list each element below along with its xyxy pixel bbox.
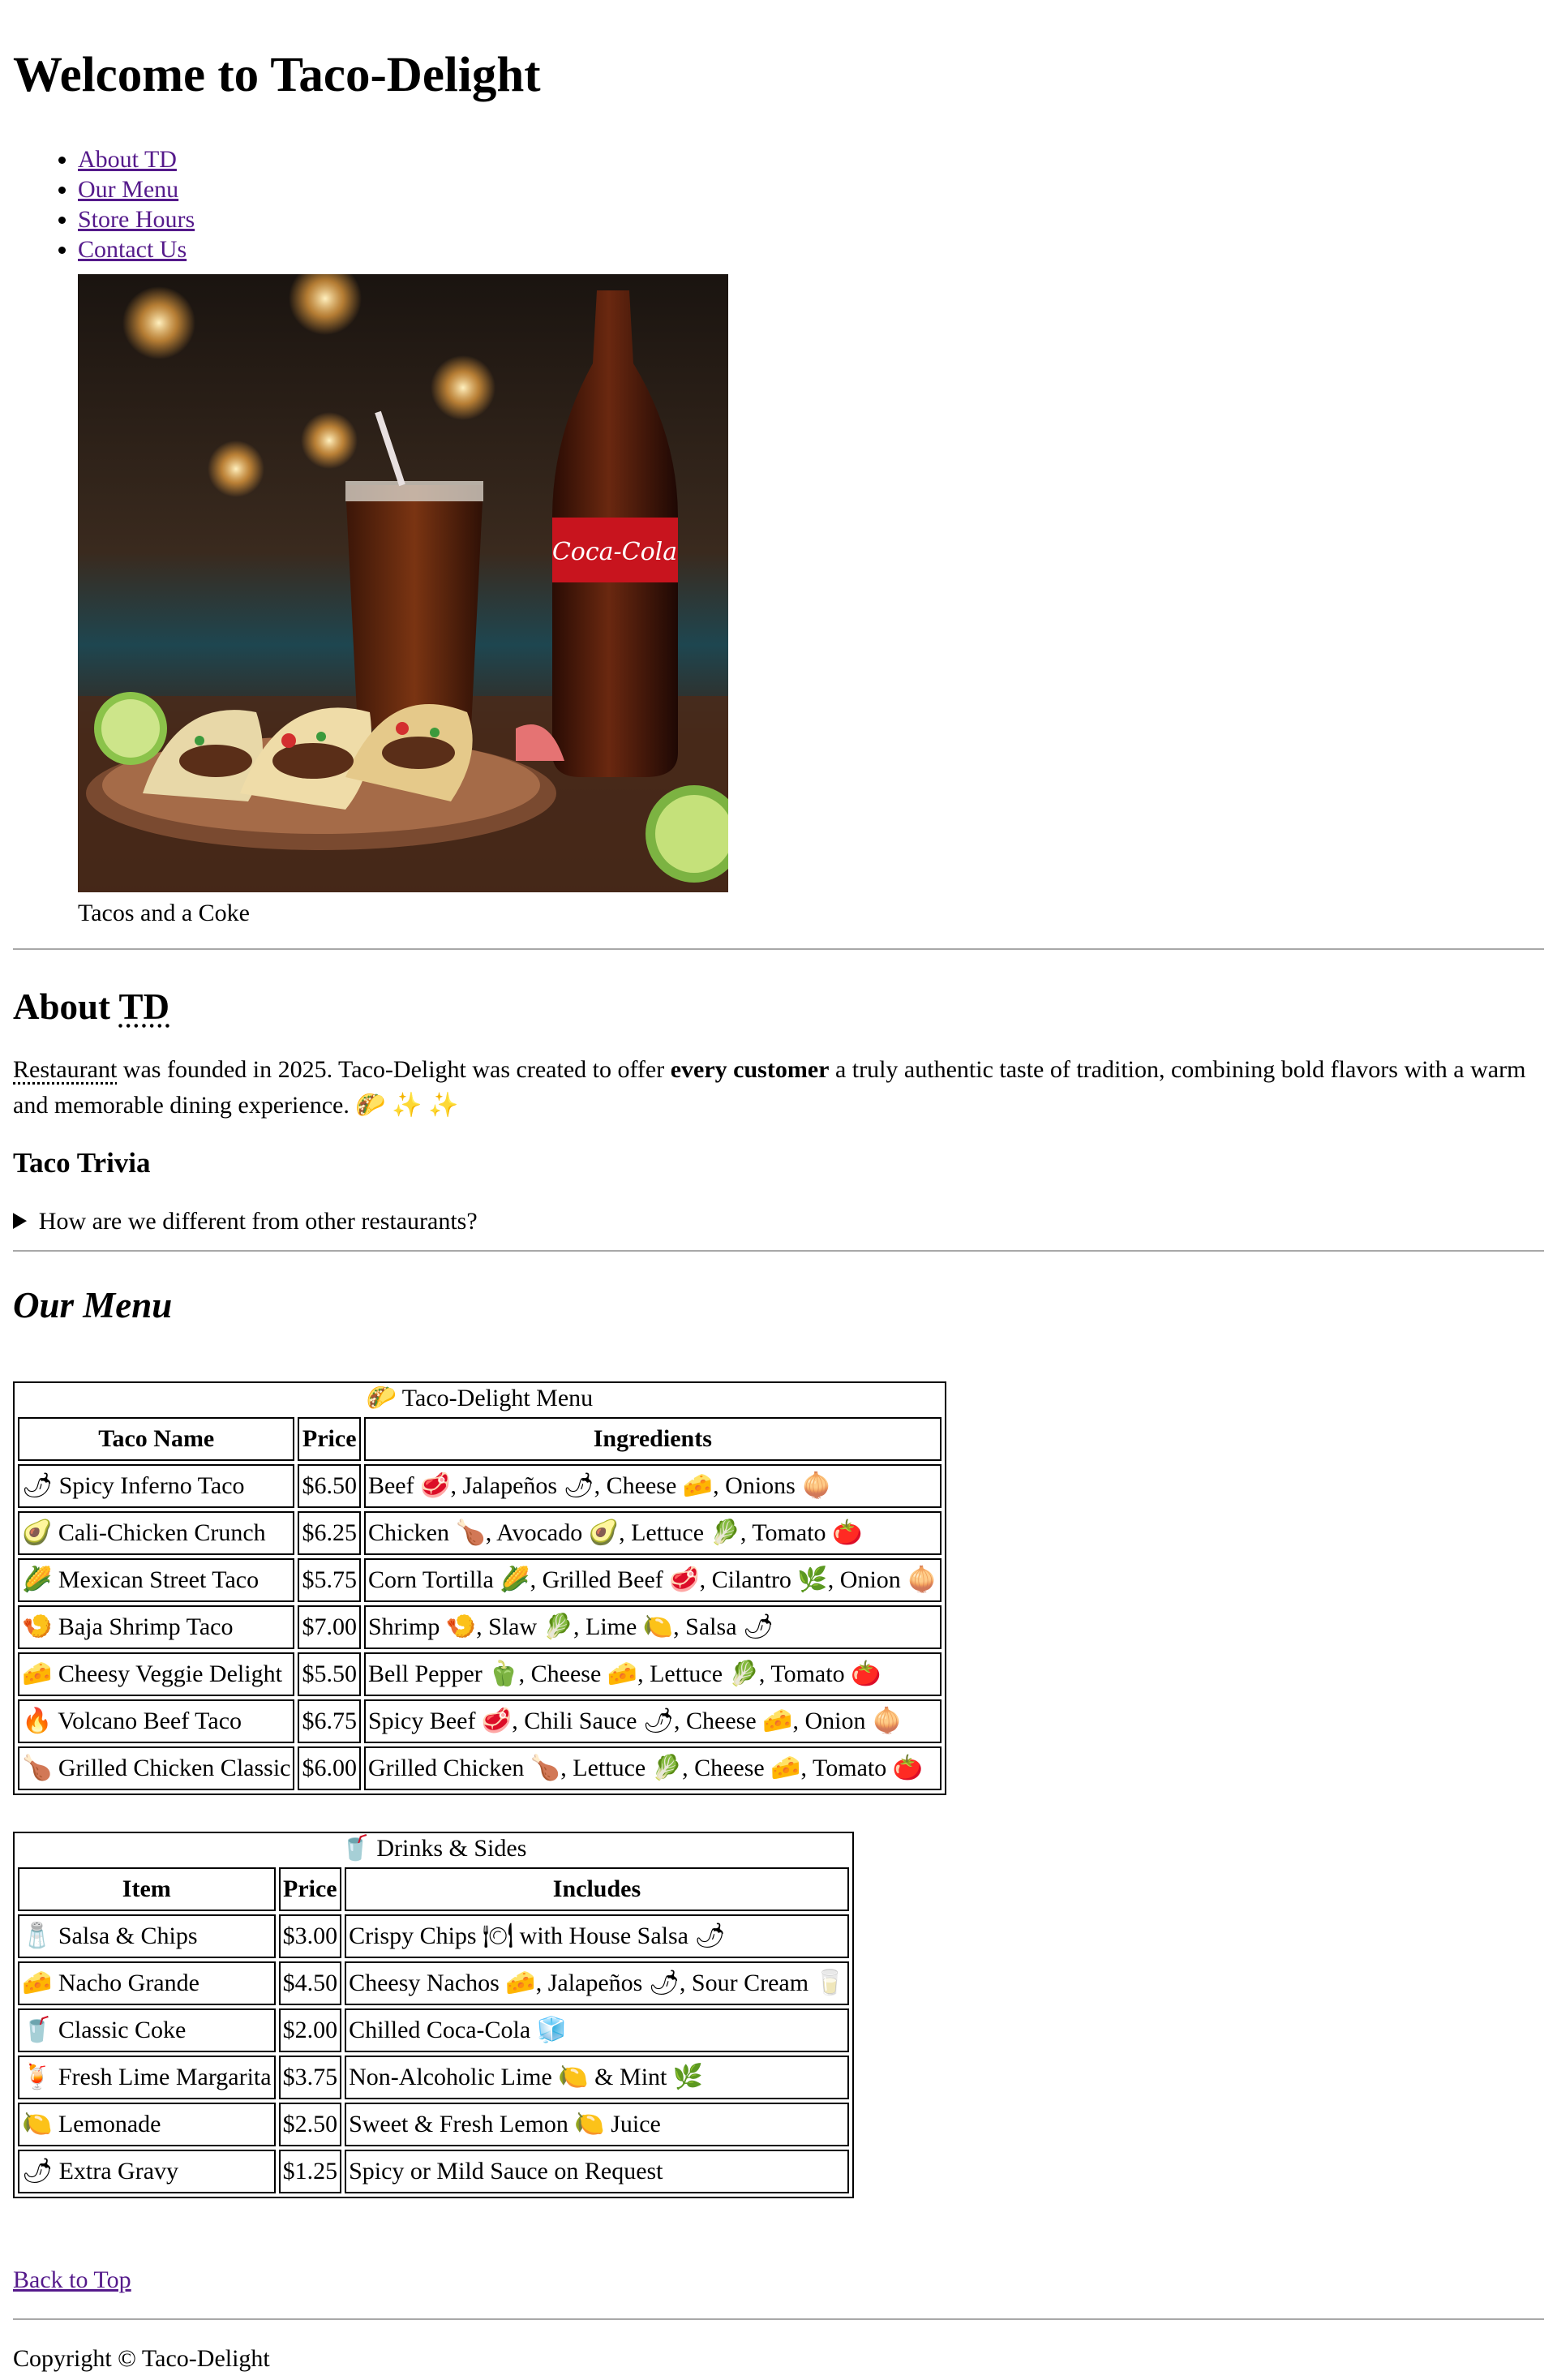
table-row: 🥑 Cali-Chicken Crunch $6.25 Chicken 🍗, Avo… xyxy=(18,1511,941,1555)
item-cell: 🌶 Extra Gravy xyxy=(18,2150,276,2193)
nav-list: About TD Our Menu Store Hours Contact Us xyxy=(13,144,1544,264)
table-header-row: Taco Name Price Ingredients xyxy=(18,1417,941,1461)
nav-link-about[interactable]: About TD xyxy=(78,146,177,173)
table-row: 🧀 Nacho Grande $4.50 Cheesy Nachos 🧀, Jala… xyxy=(18,1961,849,2005)
price-cell: $1.25 xyxy=(278,2150,342,2193)
price-cell: $5.75 xyxy=(298,1558,361,1602)
item-cell: 🍹 Fresh Lime Margarita xyxy=(18,2056,276,2099)
divider xyxy=(13,1250,1544,1252)
taco-menu-table: 🌮 Taco-Delight Menu Taco Name Price Ingr… xyxy=(13,1381,946,1795)
includes-cell: Sweet & Fresh Lemon 🍋 Juice xyxy=(345,2103,849,2146)
includes-cell: Chilled Coca-Cola 🧊 xyxy=(345,2008,849,2052)
nav-item: Our Menu xyxy=(78,174,1544,204)
price-cell: $4.50 xyxy=(278,1961,342,2005)
column-header: Item xyxy=(18,1867,276,1911)
price-cell: $7.00 xyxy=(298,1605,361,1649)
nav-item: Store Hours xyxy=(78,204,1544,234)
ingredients-cell: Grilled Chicken 🍗, Lettuce 🥬, Cheese 🧀, … xyxy=(363,1746,941,1790)
drinks-sides-table: 🥤 Drinks & Sides Item Price Includes 🧂 S… xyxy=(13,1832,854,2198)
price-cell: $6.75 xyxy=(298,1699,361,1743)
ingredients-cell: Corn Tortilla 🌽, Grilled Beef 🥩, Cilantr… xyxy=(363,1558,941,1602)
table-row: 🍹 Fresh Lime Margarita $3.75 Non-Alcoholic… xyxy=(18,2056,849,2099)
price-cell: $2.50 xyxy=(278,2103,342,2146)
price-cell: $2.00 xyxy=(278,2008,342,2052)
taco-name-cell: 🌽 Mexican Street Taco xyxy=(18,1558,295,1602)
item-cell: 🧂 Salsa & Chips xyxy=(18,1914,276,1958)
ingredients-cell: Beef 🥩, Jalapeños 🌶, Cheese 🧀, Onions 🧅 xyxy=(363,1464,941,1508)
nav-item: About TD xyxy=(78,144,1544,174)
taco-name-cell: 🍗 Grilled Chicken Classic xyxy=(18,1746,295,1790)
item-cell: 🧀 Nacho Grande xyxy=(18,1961,276,2005)
nav-link-menu[interactable]: Our Menu xyxy=(78,176,178,203)
taco-table-caption: 🌮 Taco-Delight Menu xyxy=(366,1385,594,1411)
column-header: Ingredients xyxy=(363,1417,941,1461)
divider xyxy=(13,2318,1544,2320)
copyright-text: Copyright © Taco-Delight xyxy=(13,2345,270,2372)
hero-figure: Coca-Cola Tacos and a Coke xyxy=(78,274,1544,928)
item-cell: 🍋 Lemonade xyxy=(18,2103,276,2146)
divider xyxy=(13,948,1544,950)
about-bold: every customer xyxy=(670,1056,830,1083)
drinks-table-caption: 🥤 Drinks & Sides xyxy=(340,1835,527,1862)
taco-name-cell: 🥑 Cali-Chicken Crunch xyxy=(18,1511,295,1555)
table-row: 🍤 Baja Shrimp Taco $7.00 Shrimp 🍤, Slaw 🥬,… xyxy=(18,1605,941,1649)
table-row: 🌶 Spicy Inferno Taco $6.50 Beef 🥩, Jalapeñ… xyxy=(18,1464,941,1508)
includes-cell: Crispy Chips 🍽 with House Salsa 🌶 xyxy=(345,1914,849,1958)
taco-name-cell: 🔥 Volcano Beef Taco xyxy=(18,1699,295,1743)
ingredients-cell: Bell Pepper 🫑, Cheese 🧀, Lettuce 🥬, Toma… xyxy=(363,1652,941,1696)
ingredients-cell: Spicy Beef 🥩, Chili Sauce 🌶, Cheese 🧀, O… xyxy=(363,1699,941,1743)
price-cell: $6.50 xyxy=(298,1464,361,1508)
table-row: 🧂 Salsa & Chips $3.00 Crispy Chips 🍽 with … xyxy=(18,1914,849,1958)
price-cell: $5.50 xyxy=(298,1652,361,1696)
table-row: 🍋 Lemonade $2.50 Sweet & Fresh Lemon 🍋 Jui… xyxy=(18,2103,849,2146)
column-header: Includes xyxy=(345,1867,849,1911)
about-heading-abbr: TD xyxy=(118,986,169,1027)
about-text-1: was founded in 2025. Taco-Delight was cr… xyxy=(117,1056,671,1083)
trivia-details[interactable]: How are we different from other restaura… xyxy=(13,1206,1544,1237)
table-row: 🧀 Cheesy Veggie Delight $5.50 Bell Pepper … xyxy=(18,1652,941,1696)
trivia-heading: Taco Trivia xyxy=(13,1147,151,1179)
includes-cell: Cheesy Nachos 🧀, Jalapeños 🌶, Sour Cream… xyxy=(345,1961,849,2005)
about-paragraph: Restaurant was founded in 2025. Taco-Del… xyxy=(13,1052,1544,1123)
restaurant-abbr: Restaurant xyxy=(13,1056,118,1083)
column-header: Price xyxy=(278,1867,342,1911)
hero-image: Coca-Cola xyxy=(78,274,728,892)
nav-item: Contact Us xyxy=(78,234,1544,264)
back-to-top-link[interactable]: Back to Top xyxy=(13,2266,1544,2295)
includes-cell: Spicy or Mild Sauce on Request xyxy=(345,2150,849,2193)
price-cell: $6.00 xyxy=(298,1746,361,1790)
hero-caption: Tacos and a Coke xyxy=(78,900,250,926)
ingredients-cell: Shrimp 🍤, Slaw 🥬, Lime 🍋, Salsa 🌶 xyxy=(363,1605,941,1649)
price-cell: $3.75 xyxy=(278,2056,342,2099)
table-row: 🔥 Volcano Beef Taco $6.75 Spicy Beef 🥩, Ch… xyxy=(18,1699,941,1743)
about-heading: About TD xyxy=(13,986,1544,1028)
menu-heading: Our Menu xyxy=(13,1285,173,1325)
taco-name-cell: 🍤 Baja Shrimp Taco xyxy=(18,1605,295,1649)
taco-name-cell: 🌶 Spicy Inferno Taco xyxy=(18,1464,295,1508)
price-cell: $3.00 xyxy=(278,1914,342,1958)
ingredients-cell: Chicken 🍗, Avocado 🥑, Lettuce 🥬, Tomato … xyxy=(363,1511,941,1555)
includes-cell: Non-Alcoholic Lime 🍋 & Mint 🌿 xyxy=(345,2056,849,2099)
item-cell: 🥤 Classic Coke xyxy=(18,2008,276,2052)
trivia-summary[interactable]: How are we different from other restaura… xyxy=(13,1206,1544,1237)
nav-link-contact[interactable]: Contact Us xyxy=(78,236,187,263)
table-row: 🍗 Grilled Chicken Classic $6.00 Grilled Ch… xyxy=(18,1746,941,1790)
about-heading-text: About xyxy=(13,986,111,1027)
taco-name-cell: 🧀 Cheesy Veggie Delight xyxy=(18,1652,295,1696)
column-header: Taco Name xyxy=(18,1417,295,1461)
price-cell: $6.25 xyxy=(298,1511,361,1555)
column-header: Price xyxy=(298,1417,361,1461)
table-row: 🌶 Extra Gravy $1.25 Spicy or Mild Sauce on… xyxy=(18,2150,849,2193)
svg-text:Coca-Cola: Coca-Cola xyxy=(552,538,677,566)
page-title: Welcome to Taco-Delight xyxy=(13,48,541,102)
table-row: 🥤 Classic Coke $2.00 Chilled Coca-Cola 🧊 xyxy=(18,2008,849,2052)
nav-link-store-hours[interactable]: Store Hours xyxy=(78,206,195,233)
table-row: 🌽 Mexican Street Taco $5.75 Corn Tortilla … xyxy=(18,1558,941,1602)
table-header-row: Item Price Includes xyxy=(18,1867,849,1911)
